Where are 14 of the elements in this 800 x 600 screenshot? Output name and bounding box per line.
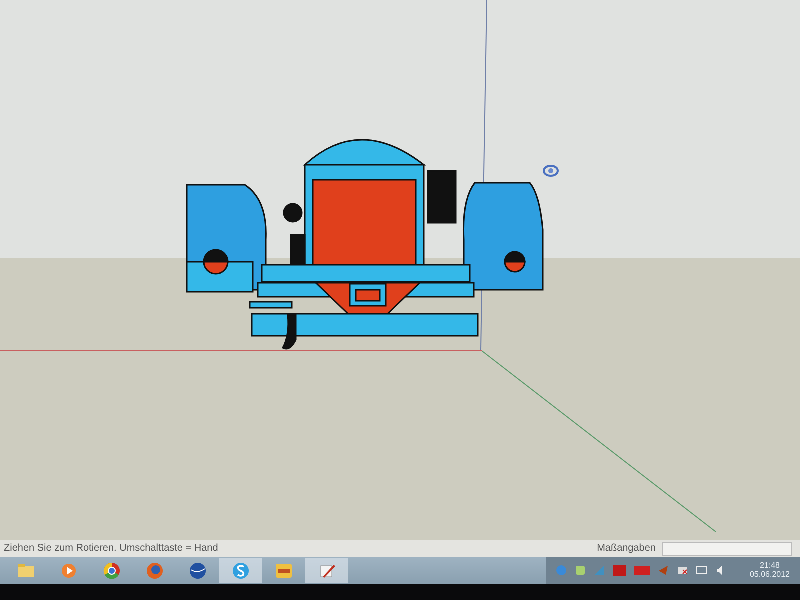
measurements-label: Maßangaben <box>597 542 656 556</box>
status-hint: Ziehen Sie zum Rotieren. Umschalttaste = Hand <box>3 542 218 556</box>
s-letter-icon <box>230 560 250 580</box>
measurements-field[interactable] <box>662 542 792 556</box>
action-center-icon[interactable] <box>676 565 688 576</box>
network-icon[interactable] <box>696 565 708 576</box>
taskbar-button[interactable] <box>305 558 348 583</box>
tricolor-circle-icon <box>102 560 122 580</box>
taskbar-button[interactable] <box>219 558 262 583</box>
clock[interactable]: 21:48 05.06.2012 <box>750 562 790 580</box>
orbit-cursor-icon <box>543 165 559 177</box>
fox-globe-icon <box>144 560 164 580</box>
globe-icon <box>188 560 208 580</box>
tray-app-icon[interactable] <box>612 565 626 576</box>
